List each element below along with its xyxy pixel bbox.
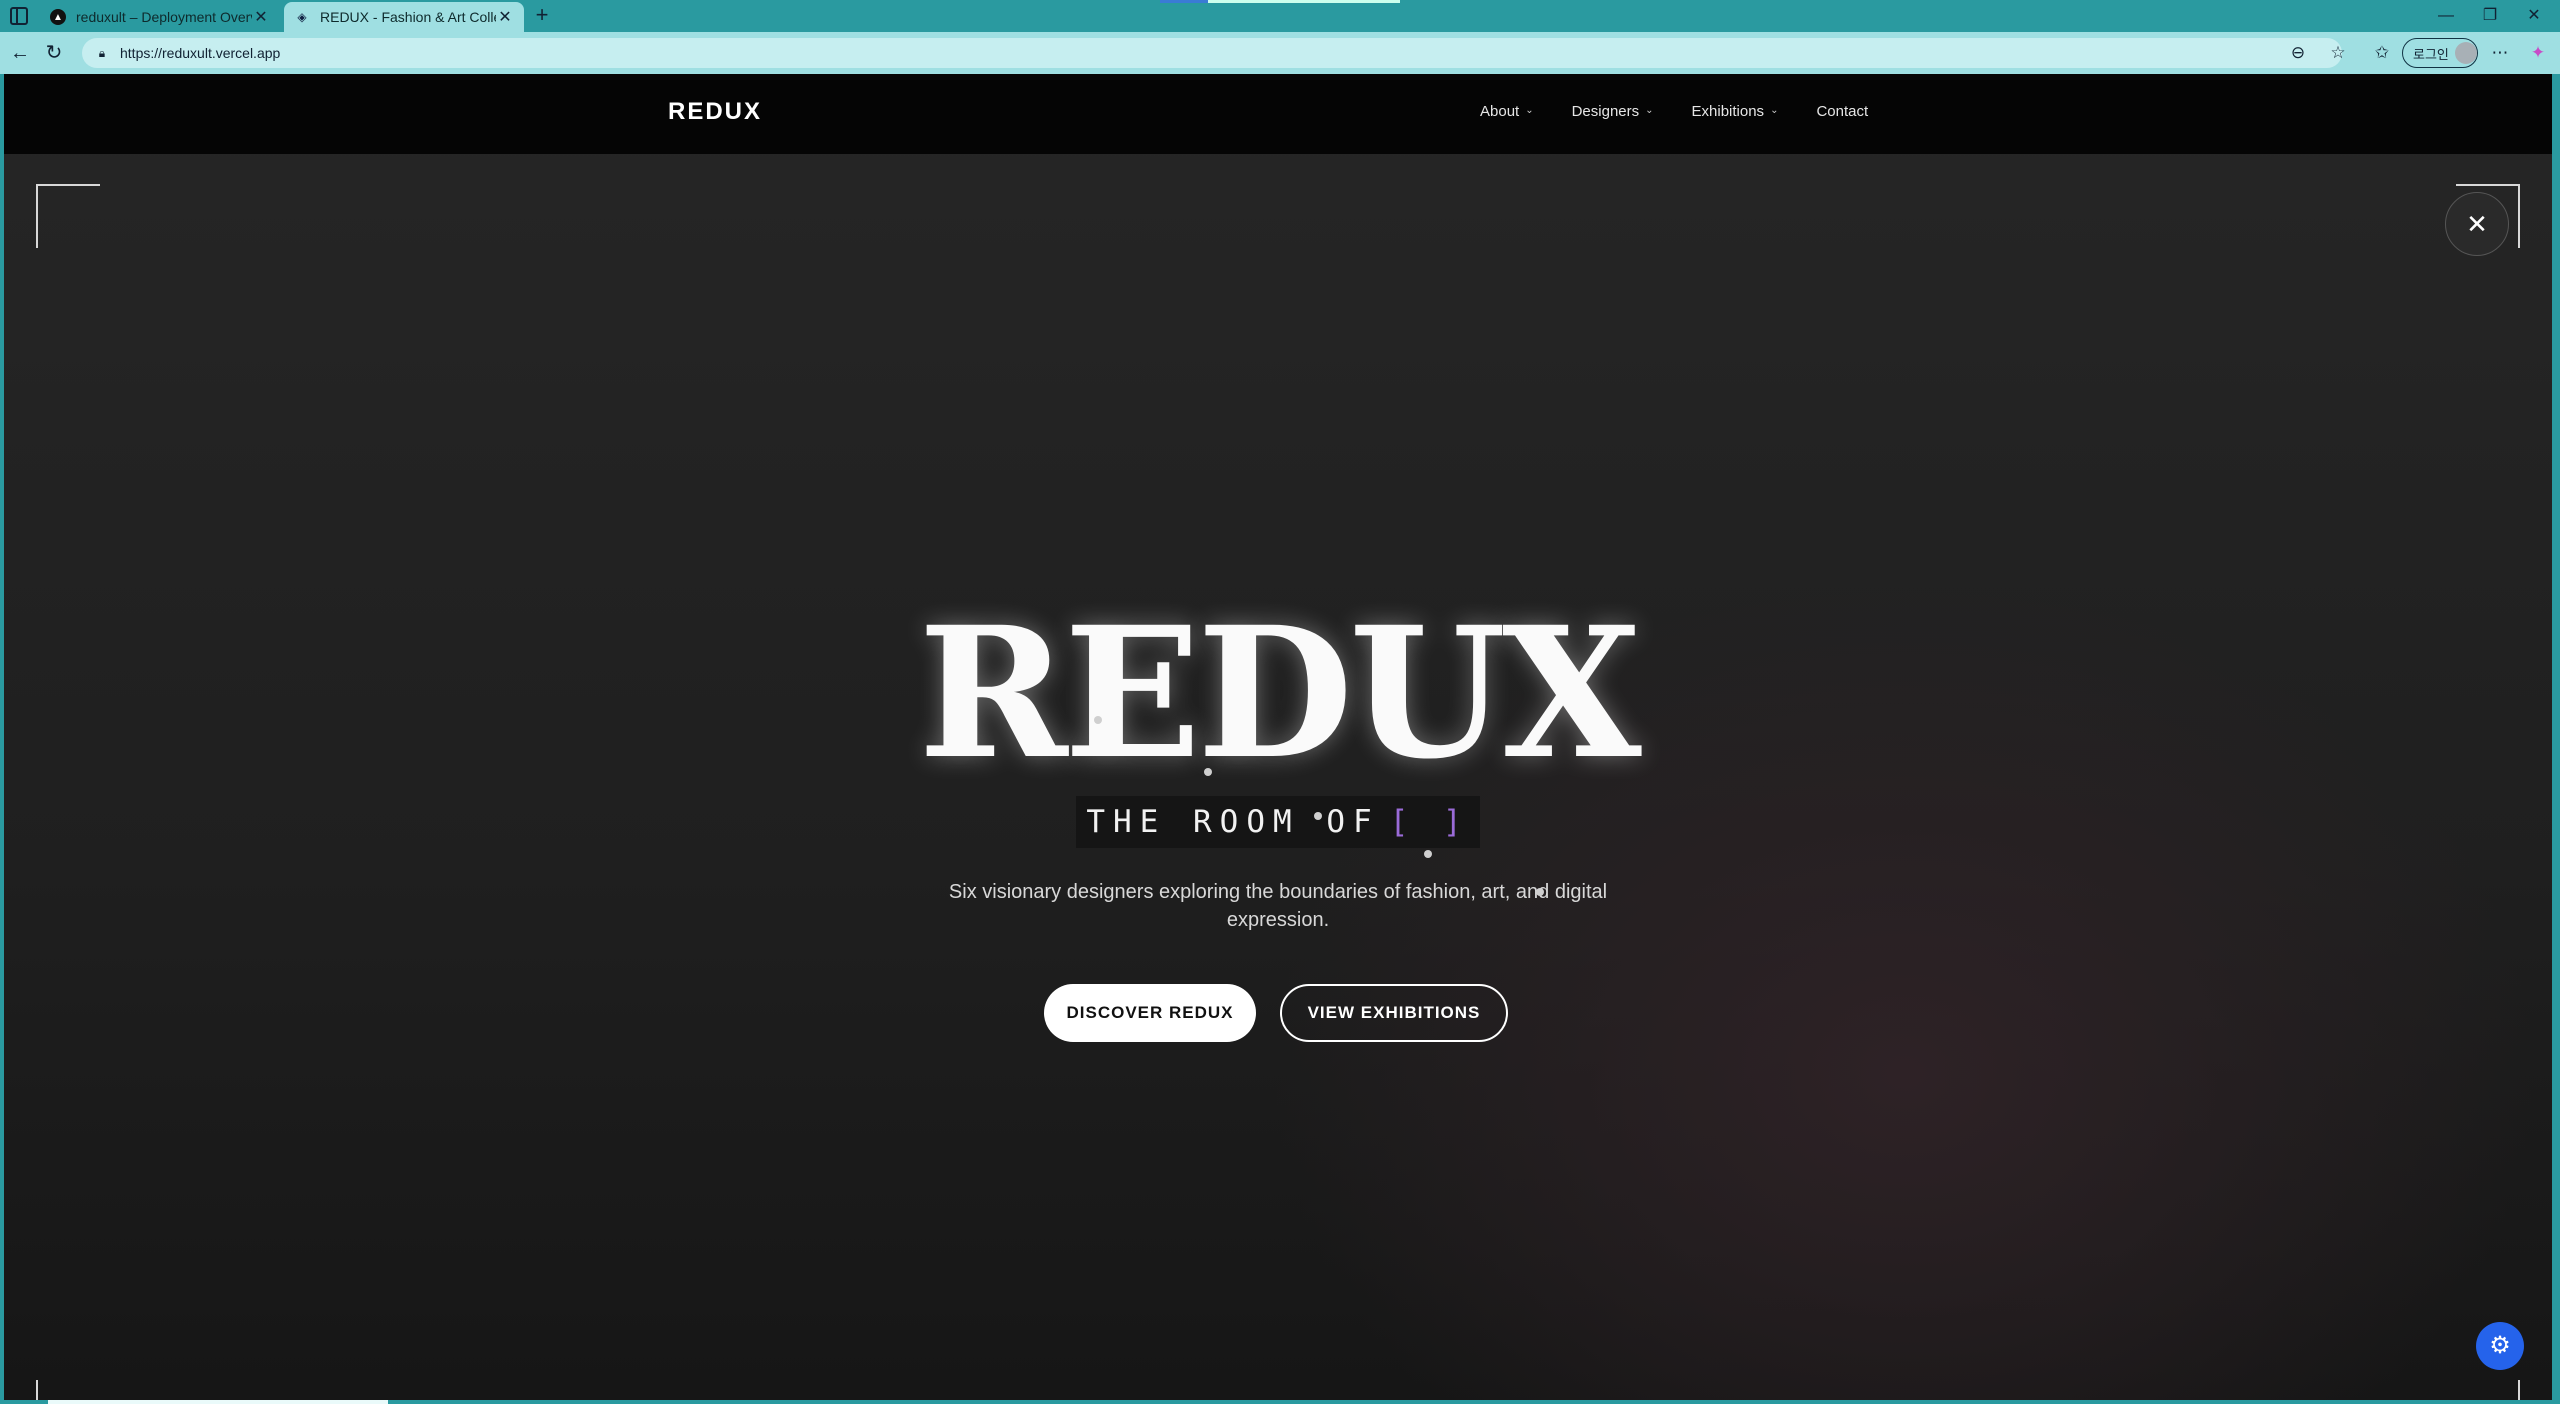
tab-redux[interactable]: ◈ REDUX - Fashion & Art Collective ✕: [284, 2, 524, 32]
restore-button[interactable]: ❐: [2472, 4, 2508, 28]
brand-logo[interactable]: REDUX: [668, 98, 762, 126]
hero-title: REDUX: [918, 588, 1642, 799]
main-menu: About ⌄ Designers ⌄ Exhibitions ⌄ Contac…: [1480, 103, 1906, 120]
subtitle-text: THE ROOM OF: [1086, 804, 1380, 840]
tab-title: reduxult – Deployment Overview: [76, 9, 252, 25]
frame-corner-top-left: [36, 184, 100, 248]
site-info-icon[interactable]: 🔒︎: [94, 45, 110, 61]
close-icon[interactable]: ✕: [2445, 192, 2509, 256]
copilot-icon[interactable]: ✦: [2526, 41, 2550, 65]
browser-tab-bar: ▲ reduxult – Deployment Overview ✕ ◈ RED…: [0, 0, 2560, 32]
site-header: REDUX About ⌄ Designers ⌄ Exhibitions ⌄ …: [4, 74, 2552, 154]
taskbar-strip: [0, 1400, 2560, 1404]
menu-label: Exhibitions: [1691, 103, 1765, 120]
hero-subtitle: THE ROOM OF [ ]: [1076, 796, 1480, 848]
profile-label: 로그인: [2413, 46, 2449, 62]
page-load-indicator: [1160, 0, 1400, 3]
menu-label: About: [1480, 103, 1520, 120]
tab-title: REDUX - Fashion & Art Collective: [320, 9, 496, 25]
sidebar-icon[interactable]: [10, 7, 28, 25]
avatar: [2454, 42, 2477, 64]
refresh-icon[interactable]: ↻: [42, 41, 66, 65]
particle-dot: [1424, 850, 1432, 858]
tab-close-icon[interactable]: ✕: [496, 7, 514, 27]
settings-gear-icon[interactable]: ⚙: [2476, 1322, 2524, 1370]
new-tab-button[interactable]: +: [530, 4, 554, 28]
menu-about[interactable]: About ⌄: [1480, 103, 1534, 120]
star-icon[interactable]: ☆: [2326, 41, 2350, 65]
particle-dot: [1094, 716, 1102, 724]
particle-dot: [1314, 812, 1322, 820]
frame-corner-bottom-right: [2456, 1380, 2520, 1400]
discover-redux-button[interactable]: DISCOVER REDUX: [1044, 984, 1256, 1042]
url-text: https://reduxult.vercel.app: [120, 45, 281, 61]
menu-exhibitions[interactable]: Exhibitions ⌄: [1692, 103, 1779, 120]
frame-corner-bottom-left: [36, 1380, 100, 1400]
page-viewport: REDUX About ⌄ Designers ⌄ Exhibitions ⌄ …: [4, 74, 2552, 1400]
address-bar-row: ← ↻ 🔒︎ https://reduxult.vercel.app ⊖ ☆ ✩…: [0, 32, 2560, 74]
chevron-down-icon: ⌄: [1645, 105, 1654, 116]
profile-button[interactable]: 로그인: [2402, 38, 2478, 68]
menu-label: Designers: [1571, 103, 1640, 120]
back-icon[interactable]: ←: [8, 41, 32, 65]
minimize-button[interactable]: —: [2428, 4, 2464, 28]
particle-dot: [1536, 888, 1544, 896]
vercel-icon: ▲: [50, 9, 66, 25]
redux-favicon-icon: ◈: [297, 10, 307, 24]
more-icon[interactable]: ⋯: [2488, 41, 2512, 65]
view-exhibitions-button[interactable]: VIEW EXHIBITIONS: [1280, 984, 1508, 1042]
menu-label: Contact: [1816, 103, 1869, 120]
reader-icon[interactable]: ⊖: [2286, 41, 2310, 65]
chevron-down-icon: ⌄: [1770, 105, 1779, 116]
window-close-button[interactable]: ✕: [2516, 4, 2552, 28]
menu-designers[interactable]: Designers ⌄: [1572, 103, 1654, 120]
url-field[interactable]: 🔒︎ https://reduxult.vercel.app: [82, 38, 2342, 68]
tab-close-icon[interactable]: ✕: [252, 7, 270, 27]
chevron-down-icon: ⌄: [1525, 105, 1534, 116]
particle-dot: [1204, 768, 1212, 776]
favorites-icon[interactable]: ✩: [2370, 41, 2394, 65]
hero-description: Six visionary designers exploring the bo…: [948, 881, 1608, 931]
subtitle-bracket: [ ]: [1389, 804, 1470, 840]
tab-deployment-overview[interactable]: ▲ reduxult – Deployment Overview ✕: [40, 2, 280, 32]
menu-contact[interactable]: Contact: [1816, 103, 1868, 120]
